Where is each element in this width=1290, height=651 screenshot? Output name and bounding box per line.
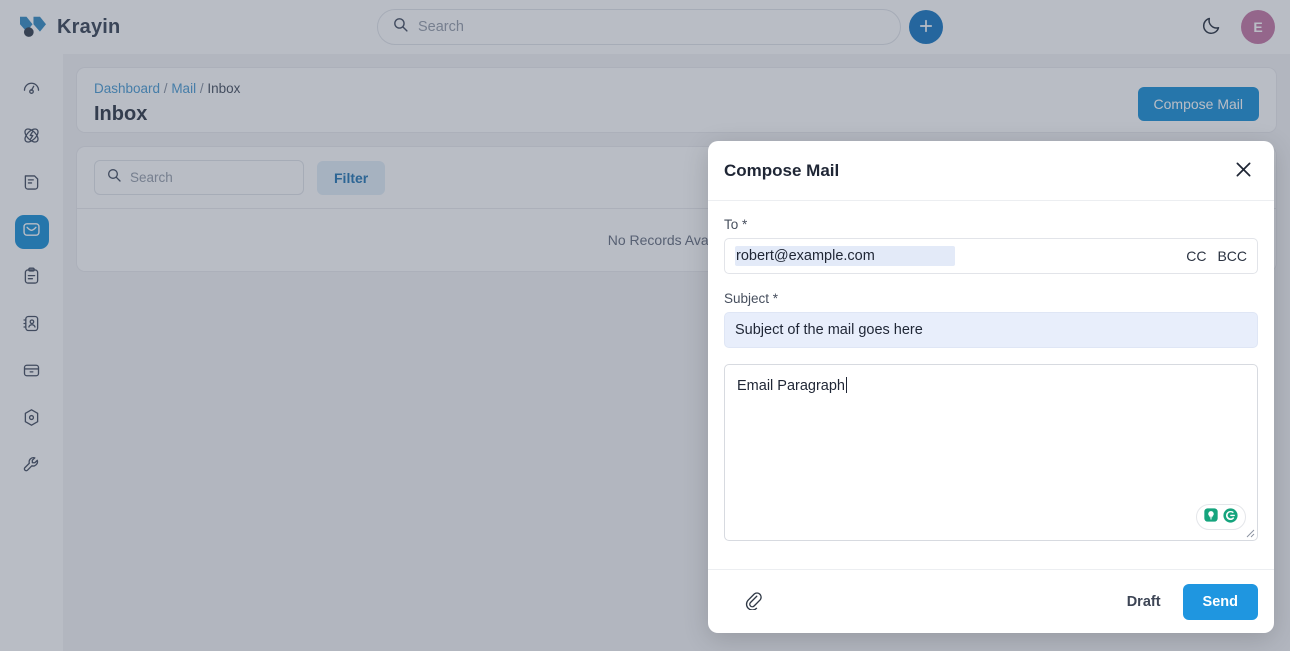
send-button[interactable]: Send xyxy=(1182,583,1258,620)
text-caret xyxy=(846,377,847,393)
modal-footer: Draft Send xyxy=(708,569,1274,633)
cc-button[interactable]: CC xyxy=(1186,248,1206,264)
modal-body: To * robert@example.com CC BCC Subject *… xyxy=(708,201,1274,569)
compose-mail-modal: Compose Mail To * robert@example.com CC … xyxy=(708,141,1274,633)
mail-body-editor[interactable]: Email Paragraph xyxy=(724,364,1258,541)
modal-title: Compose Mail xyxy=(724,160,840,180)
close-icon xyxy=(1233,159,1254,183)
to-label: To * xyxy=(724,217,748,232)
close-button[interactable] xyxy=(1228,156,1258,186)
paperclip-icon xyxy=(743,590,763,613)
subject-label: Subject * xyxy=(724,291,779,306)
attachment-button[interactable] xyxy=(738,587,768,617)
subject-value: Subject of the mail goes here xyxy=(735,322,923,338)
to-field[interactable]: robert@example.com CC BCC xyxy=(724,238,1258,274)
resize-handle[interactable] xyxy=(1243,526,1255,538)
modal-header: Compose Mail xyxy=(708,141,1274,201)
grammarly-widget[interactable] xyxy=(1196,504,1246,530)
grammarly-g-icon[interactable] xyxy=(1222,507,1239,528)
mail-body-text: Email Paragraph xyxy=(737,378,845,394)
draft-button[interactable]: Draft xyxy=(1115,586,1173,618)
lightbulb-icon[interactable] xyxy=(1203,507,1219,527)
subject-field[interactable]: Subject of the mail goes here xyxy=(724,312,1258,348)
bcc-button[interactable]: BCC xyxy=(1217,248,1247,264)
to-value[interactable]: robert@example.com xyxy=(735,246,955,266)
